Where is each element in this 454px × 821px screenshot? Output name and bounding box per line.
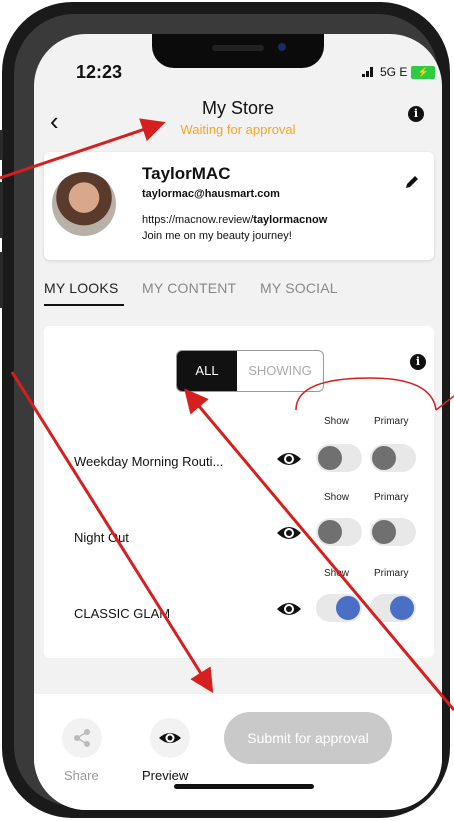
profile-url-handle: taylormacnow [253,214,328,226]
filter-all-button[interactable]: ALL [177,351,237,391]
share-icon [74,729,90,747]
status-icons: 5G E ⚡ [362,65,436,79]
show-toggle[interactable] [316,594,362,622]
profile-bio: Join me on my beauty journey! [142,230,292,242]
primary-toggle[interactable] [370,444,416,472]
share-button[interactable] [62,718,102,758]
info-icon[interactable]: i [410,354,426,370]
active-tab-indicator [44,304,124,306]
preview-label: Preview [142,768,189,783]
profile-url[interactable]: https://macnow.review/taylormacnow [142,214,327,226]
column-header-primary: Primary [374,492,409,503]
network-label: 5G E [380,65,408,79]
tab-my-content[interactable]: MY CONTENT [142,280,236,296]
filter-showing-button[interactable]: SHOWING [237,351,323,391]
column-header-show: Show [324,492,350,503]
app-screen: 12:23 5G E ⚡ ‹ My Store Waiting for appr… [34,34,442,810]
look-name: CLASSIC GLAM [74,606,171,621]
eye-icon[interactable] [276,600,302,618]
look-name: Night Out [74,530,129,545]
show-toggle[interactable] [316,444,362,472]
page-title: My Store [201,98,275,118]
tab-my-looks[interactable]: MY LOOKS [44,280,118,296]
pencil-icon[interactable] [404,174,420,195]
look-name: Weekday Morning Routi... [74,454,224,469]
eye-icon [159,733,181,743]
primary-toggle[interactable] [370,594,416,622]
approval-status: Waiting for approval [180,122,296,137]
status-time: 12:23 [76,62,123,82]
share-label: Share [64,768,99,783]
notch [152,34,324,68]
tab-my-social[interactable]: MY SOCIAL [260,280,338,296]
battery-charging-icon: ⚡ [411,65,436,79]
home-indicator [174,784,314,789]
info-icon[interactable]: i [408,106,424,122]
avatar [52,172,116,236]
column-header-show: Show [324,416,350,427]
phone-frame: 12:23 5G E ⚡ ‹ My Store Waiting for appr… [0,2,450,818]
preview-button[interactable] [150,718,190,758]
profile-name: TaylorMAC [142,164,231,183]
profile-email: taylormac@hausmart.com [142,188,280,200]
primary-toggle[interactable] [370,518,416,546]
column-header-primary: Primary [374,568,409,579]
signal-icon [362,67,376,77]
filter-segmented-control: ALL SHOWING [176,350,324,392]
column-header-show: Show [324,568,350,579]
show-toggle[interactable] [316,518,362,546]
column-header-primary: Primary [374,416,409,427]
eye-icon[interactable] [276,450,302,468]
eye-icon[interactable] [276,524,302,542]
profile-url-prefix: https://macnow.review/ [142,214,254,226]
submit-for-approval-button[interactable]: Submit for approval [224,712,392,764]
